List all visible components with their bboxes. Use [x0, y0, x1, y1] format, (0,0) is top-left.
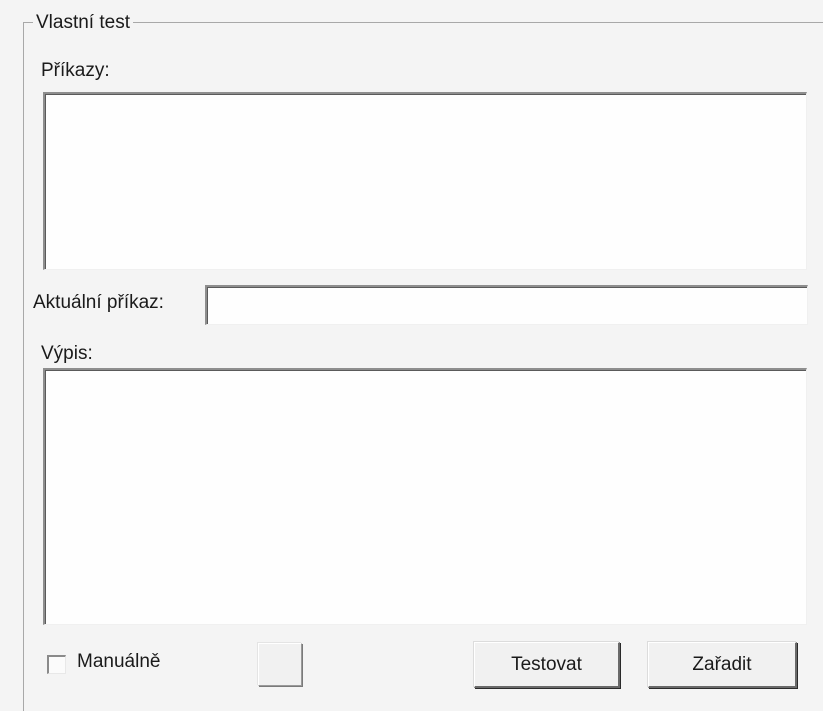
output-label: Výpis:: [41, 343, 93, 364]
manual-checkbox-label[interactable]: Manuálně: [77, 651, 160, 673]
commands-textarea[interactable]: [43, 92, 807, 270]
manual-checkbox[interactable]: [47, 655, 66, 674]
add-button[interactable]: Zařadit: [648, 642, 797, 688]
groupbox-title: Vlastní test: [33, 13, 133, 33]
current-command-field[interactable]: [205, 285, 808, 325]
test-button[interactable]: Testovat: [474, 642, 620, 688]
commands-label: Příkazy:: [41, 60, 110, 81]
custom-test-panel: Vlastní test Příkazy: Aktuální příkaz: V…: [0, 0, 823, 711]
current-command-label: Aktuální příkaz:: [33, 292, 164, 313]
small-button[interactable]: [258, 643, 302, 686]
output-textarea[interactable]: [43, 368, 807, 625]
